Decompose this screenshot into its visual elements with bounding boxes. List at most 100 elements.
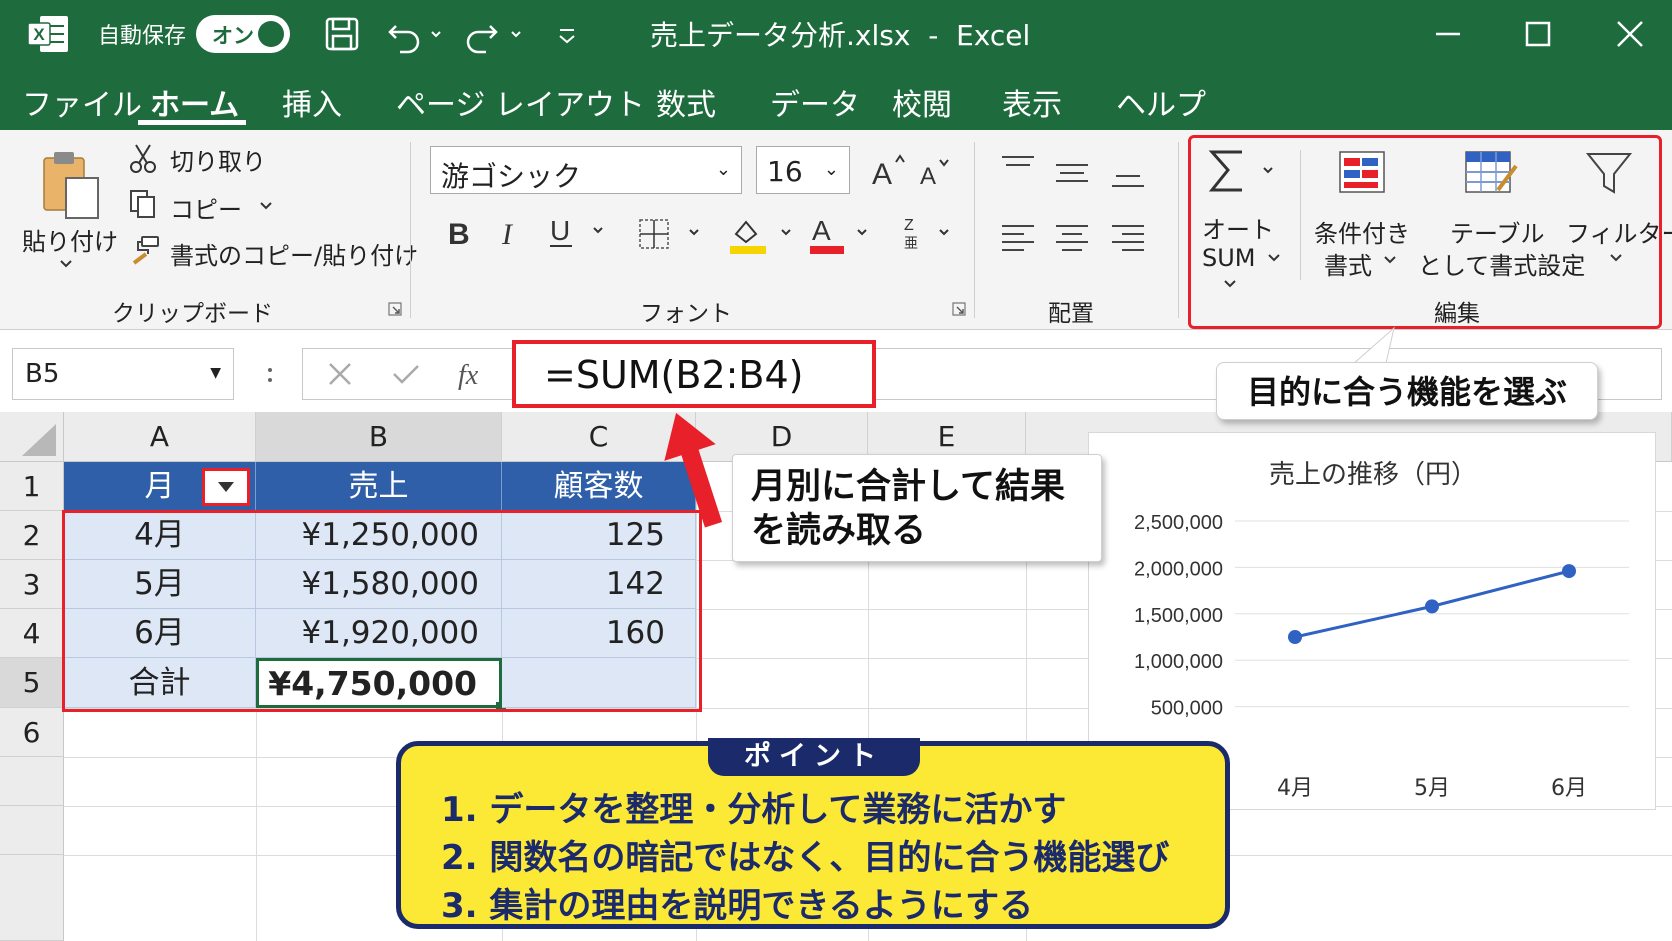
tab-review[interactable]: 校閲	[892, 80, 952, 124]
title-bar: X 自動保存 オン 売上データ分析.xlsx - Excel	[0, 0, 1672, 68]
cut-label[interactable]: 切り取り	[170, 142, 266, 177]
row-header-2[interactable]: 2	[0, 511, 64, 560]
point-title: ポイント	[708, 738, 920, 776]
scissors-icon[interactable]	[128, 142, 158, 174]
svg-text:B: B	[448, 218, 470, 251]
point-item-3: 3. 集計の理由を説明できるようにする	[441, 886, 1034, 926]
ribbon-separator	[974, 142, 975, 318]
alignment-group-label: 配置	[1048, 301, 1094, 327]
format-painter-icon[interactable]	[128, 234, 162, 266]
insert-function-icon[interactable]: fx	[454, 354, 490, 394]
minimize-icon[interactable]	[1428, 14, 1468, 54]
save-icon[interactable]	[322, 14, 362, 54]
column-header-b[interactable]: B	[256, 412, 502, 462]
chart-data-point	[1425, 599, 1439, 614]
align-center-icon[interactable]	[1054, 222, 1090, 254]
fill-color-icon[interactable]	[726, 212, 798, 256]
chevron-down-icon: ⌄	[823, 159, 839, 180]
increase-font-size-icon[interactable]: A	[870, 150, 910, 190]
maximize-icon[interactable]	[1518, 14, 1558, 54]
row-header-1[interactable]: 1	[0, 462, 64, 511]
chevron-down-icon: ▼	[210, 365, 221, 381]
undo-icon[interactable]	[386, 14, 446, 54]
font-size-select[interactable]: 16 ⌄	[756, 146, 850, 194]
clipboard-group-label: クリップボード	[112, 301, 273, 327]
tab-view[interactable]: 表示	[1002, 80, 1062, 124]
filter-dropdown-button[interactable]	[202, 468, 250, 506]
format-painter-label[interactable]: 書式のコピー/貼り付け	[170, 236, 418, 271]
confirm-entry-icon[interactable]	[388, 358, 424, 390]
clipboard-launcher-icon[interactable]	[388, 302, 402, 316]
redo-icon[interactable]	[466, 14, 526, 54]
more-icon[interactable]	[258, 364, 282, 388]
underline-icon[interactable]: U	[546, 212, 608, 252]
select-all-corner[interactable]	[0, 412, 64, 462]
ribbon-tabs: ファイル ホーム 挿入 ページ レイアウト 数式 データ 校閲 表示 ヘルプ	[0, 68, 1672, 130]
align-bottom-icon[interactable]	[1110, 164, 1146, 190]
row-header-8[interactable]	[0, 806, 64, 855]
tab-page-layout[interactable]: ページ レイアウト	[396, 80, 645, 124]
paste-label[interactable]: 貼り付け	[22, 222, 118, 257]
svg-text:fx: fx	[458, 360, 479, 391]
ribbon-separator	[410, 142, 411, 318]
tab-file[interactable]: ファイル	[22, 80, 142, 124]
close-icon[interactable]	[1610, 14, 1650, 54]
editing-highlight-box	[1188, 135, 1662, 329]
decrease-font-size-icon[interactable]: A	[918, 154, 954, 190]
row-header-5[interactable]: 5	[0, 658, 64, 708]
font-color-icon[interactable]: A	[808, 212, 880, 256]
formula-highlight-box[interactable]: =SUM(B2:B4)	[512, 340, 876, 408]
copy-label[interactable]: コピー	[170, 190, 242, 225]
tab-formulas[interactable]: 数式	[656, 80, 716, 124]
cancel-entry-icon[interactable]	[322, 358, 358, 390]
text-direction-icon[interactable]: Z 亜	[900, 212, 956, 256]
name-box[interactable]: B5 ▼	[12, 348, 234, 400]
font-name-select[interactable]: 游ゴシック ⌄	[430, 146, 742, 194]
borders-icon[interactable]	[636, 216, 706, 254]
column-header-a[interactable]: A	[64, 412, 256, 462]
svg-text:I: I	[501, 218, 514, 251]
callout-select-feature: 目的に合う機能を選ぶ	[1216, 362, 1598, 420]
chart-xtick-label: 6月	[1551, 776, 1587, 801]
paste-icon[interactable]	[40, 148, 104, 222]
row-header-7[interactable]	[0, 757, 64, 806]
table-header-sales[interactable]: 売上	[256, 462, 502, 511]
row-header-4[interactable]: 4	[0, 609, 64, 658]
svg-text:亜: 亜	[904, 235, 918, 251]
tab-home[interactable]: ホーム	[150, 80, 239, 124]
align-left-icon[interactable]	[1000, 222, 1036, 254]
align-right-icon[interactable]	[1110, 222, 1146, 254]
chart-data-point	[1562, 564, 1576, 579]
data-range-highlight-box	[62, 510, 702, 712]
name-box-value: B5	[25, 359, 60, 389]
autosave-state: オン	[212, 24, 254, 48]
bold-icon[interactable]: B	[444, 212, 480, 252]
chart-xtick-label: 5月	[1414, 776, 1450, 801]
copy-icon[interactable]	[128, 188, 158, 220]
tab-insert[interactable]: 挿入	[282, 80, 342, 124]
formula-text: =SUM(B2:B4)	[544, 353, 804, 397]
tab-help[interactable]: ヘルプ	[1116, 80, 1206, 124]
copy-dropdown-icon[interactable]	[258, 200, 274, 212]
customize-qat-icon[interactable]	[554, 14, 580, 54]
svg-text:X: X	[33, 25, 45, 44]
autosave-toggle[interactable]: オン	[196, 15, 290, 53]
italic-icon[interactable]: I	[496, 212, 526, 252]
chart-ytick-label: 2,500,000	[1134, 512, 1223, 534]
svg-text:Z: Z	[904, 217, 914, 234]
svg-text:U: U	[550, 215, 570, 246]
align-top-icon[interactable]	[1000, 154, 1036, 180]
row-header-6[interactable]: 6	[0, 708, 64, 757]
chart-ytick-label: 1,000,000	[1134, 651, 1223, 673]
row-header-9[interactable]	[0, 855, 64, 941]
callout-read-result-line1: 月別に合計して結果	[751, 467, 1065, 507]
chart-data-point	[1288, 630, 1302, 644]
svg-text:A: A	[812, 215, 831, 246]
row-header-3[interactable]: 3	[0, 560, 64, 609]
align-middle-icon[interactable]	[1054, 160, 1090, 186]
paste-dropdown-icon[interactable]	[58, 258, 74, 270]
ribbon: 貼り付け 切り取り コピー 書式のコピー/貼り付け クリップボード 游ゴシック …	[0, 130, 1672, 330]
point-item-2: 2. 関数名の暗記ではなく、目的に合う機能選び	[441, 838, 1170, 878]
tab-data[interactable]: データ	[770, 80, 860, 124]
font-launcher-icon[interactable]	[952, 302, 966, 316]
